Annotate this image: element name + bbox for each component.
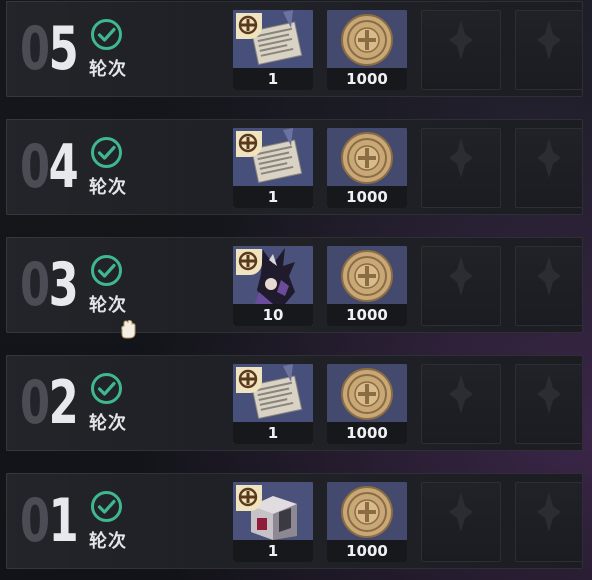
- round-label: 轮次: [89, 177, 127, 198]
- rarity-badge: [236, 485, 262, 511]
- empty-slot-icon: [449, 256, 473, 297]
- item-count: 1000: [327, 186, 407, 208]
- reward-item-character[interactable]: 10: [233, 246, 313, 326]
- rarity-badge: [236, 13, 262, 39]
- empty-reward-slot: [421, 246, 501, 326]
- reward-item-coin[interactable]: 1000: [327, 10, 407, 90]
- empty-reward-slot: [515, 364, 583, 444]
- item-count: 1: [233, 422, 313, 444]
- empty-slot-icon: [537, 138, 561, 179]
- reward-item-coin[interactable]: 1000: [327, 482, 407, 562]
- round-label: 轮次: [89, 531, 127, 552]
- item-count: 10: [233, 304, 313, 326]
- item-count: 1000: [327, 68, 407, 90]
- coin-icon: [327, 246, 407, 304]
- round-number: 03: [20, 250, 79, 320]
- empty-reward-slot: [421, 128, 501, 208]
- round-row-04: 04 轮次 1 1000: [6, 119, 583, 215]
- empty-slot-icon: [537, 20, 561, 61]
- item-count: 1000: [327, 422, 407, 444]
- empty-reward-slot: [421, 482, 501, 562]
- empty-reward-slot: [515, 482, 583, 562]
- check-icon: [91, 491, 122, 522]
- check-icon: [91, 255, 122, 286]
- item-count: 1: [233, 540, 313, 562]
- reward-item-coin[interactable]: 1000: [327, 364, 407, 444]
- item-count: 1000: [327, 540, 407, 562]
- empty-slot-icon: [537, 492, 561, 533]
- item-count: 1000: [327, 304, 407, 326]
- empty-reward-slot: [515, 246, 583, 326]
- round-row-02: 02 轮次 1 1000: [6, 355, 583, 451]
- round-row-01: 01 轮次 1 1000: [6, 473, 583, 569]
- empty-slot-icon: [537, 256, 561, 297]
- round-label: 轮次: [89, 59, 127, 80]
- coin-icon: [327, 364, 407, 422]
- empty-slot-icon: [449, 374, 473, 415]
- item-count: 1: [233, 186, 313, 208]
- empty-reward-slot: [515, 10, 583, 90]
- reward-item-document[interactable]: 1: [233, 128, 313, 208]
- coin-icon: [327, 128, 407, 186]
- rarity-badge: [236, 249, 262, 275]
- item-count: 1: [233, 68, 313, 90]
- round-label: 轮次: [89, 413, 127, 434]
- round-number: 01: [20, 486, 79, 556]
- reward-item-document[interactable]: 1: [233, 10, 313, 90]
- empty-slot-icon: [449, 492, 473, 533]
- cursor-hand-icon: [121, 320, 136, 339]
- coin-icon: [327, 10, 407, 68]
- coin-icon: [327, 482, 407, 540]
- empty-reward-slot: [421, 364, 501, 444]
- check-icon: [91, 373, 122, 404]
- round-row-03: 03 轮次 10 1000: [6, 237, 583, 333]
- reward-item-coin[interactable]: 1000: [327, 246, 407, 326]
- round-label: 轮次: [89, 295, 127, 316]
- reward-item-document[interactable]: 1: [233, 364, 313, 444]
- round-number: 04: [20, 132, 79, 202]
- rarity-badge: [236, 367, 262, 393]
- round-number: 05: [20, 14, 79, 84]
- reward-item-coin[interactable]: 1000: [327, 128, 407, 208]
- empty-reward-slot: [421, 10, 501, 90]
- round-number: 02: [20, 368, 79, 438]
- empty-slot-icon: [449, 138, 473, 179]
- empty-reward-slot: [515, 128, 583, 208]
- check-icon: [91, 137, 122, 168]
- round-row-05: 05 轮次 1 1000: [6, 1, 583, 97]
- reward-item-crate[interactable]: 1: [233, 482, 313, 562]
- empty-slot-icon: [537, 374, 561, 415]
- check-icon: [91, 19, 122, 50]
- empty-slot-icon: [449, 20, 473, 61]
- rarity-badge: [236, 131, 262, 157]
